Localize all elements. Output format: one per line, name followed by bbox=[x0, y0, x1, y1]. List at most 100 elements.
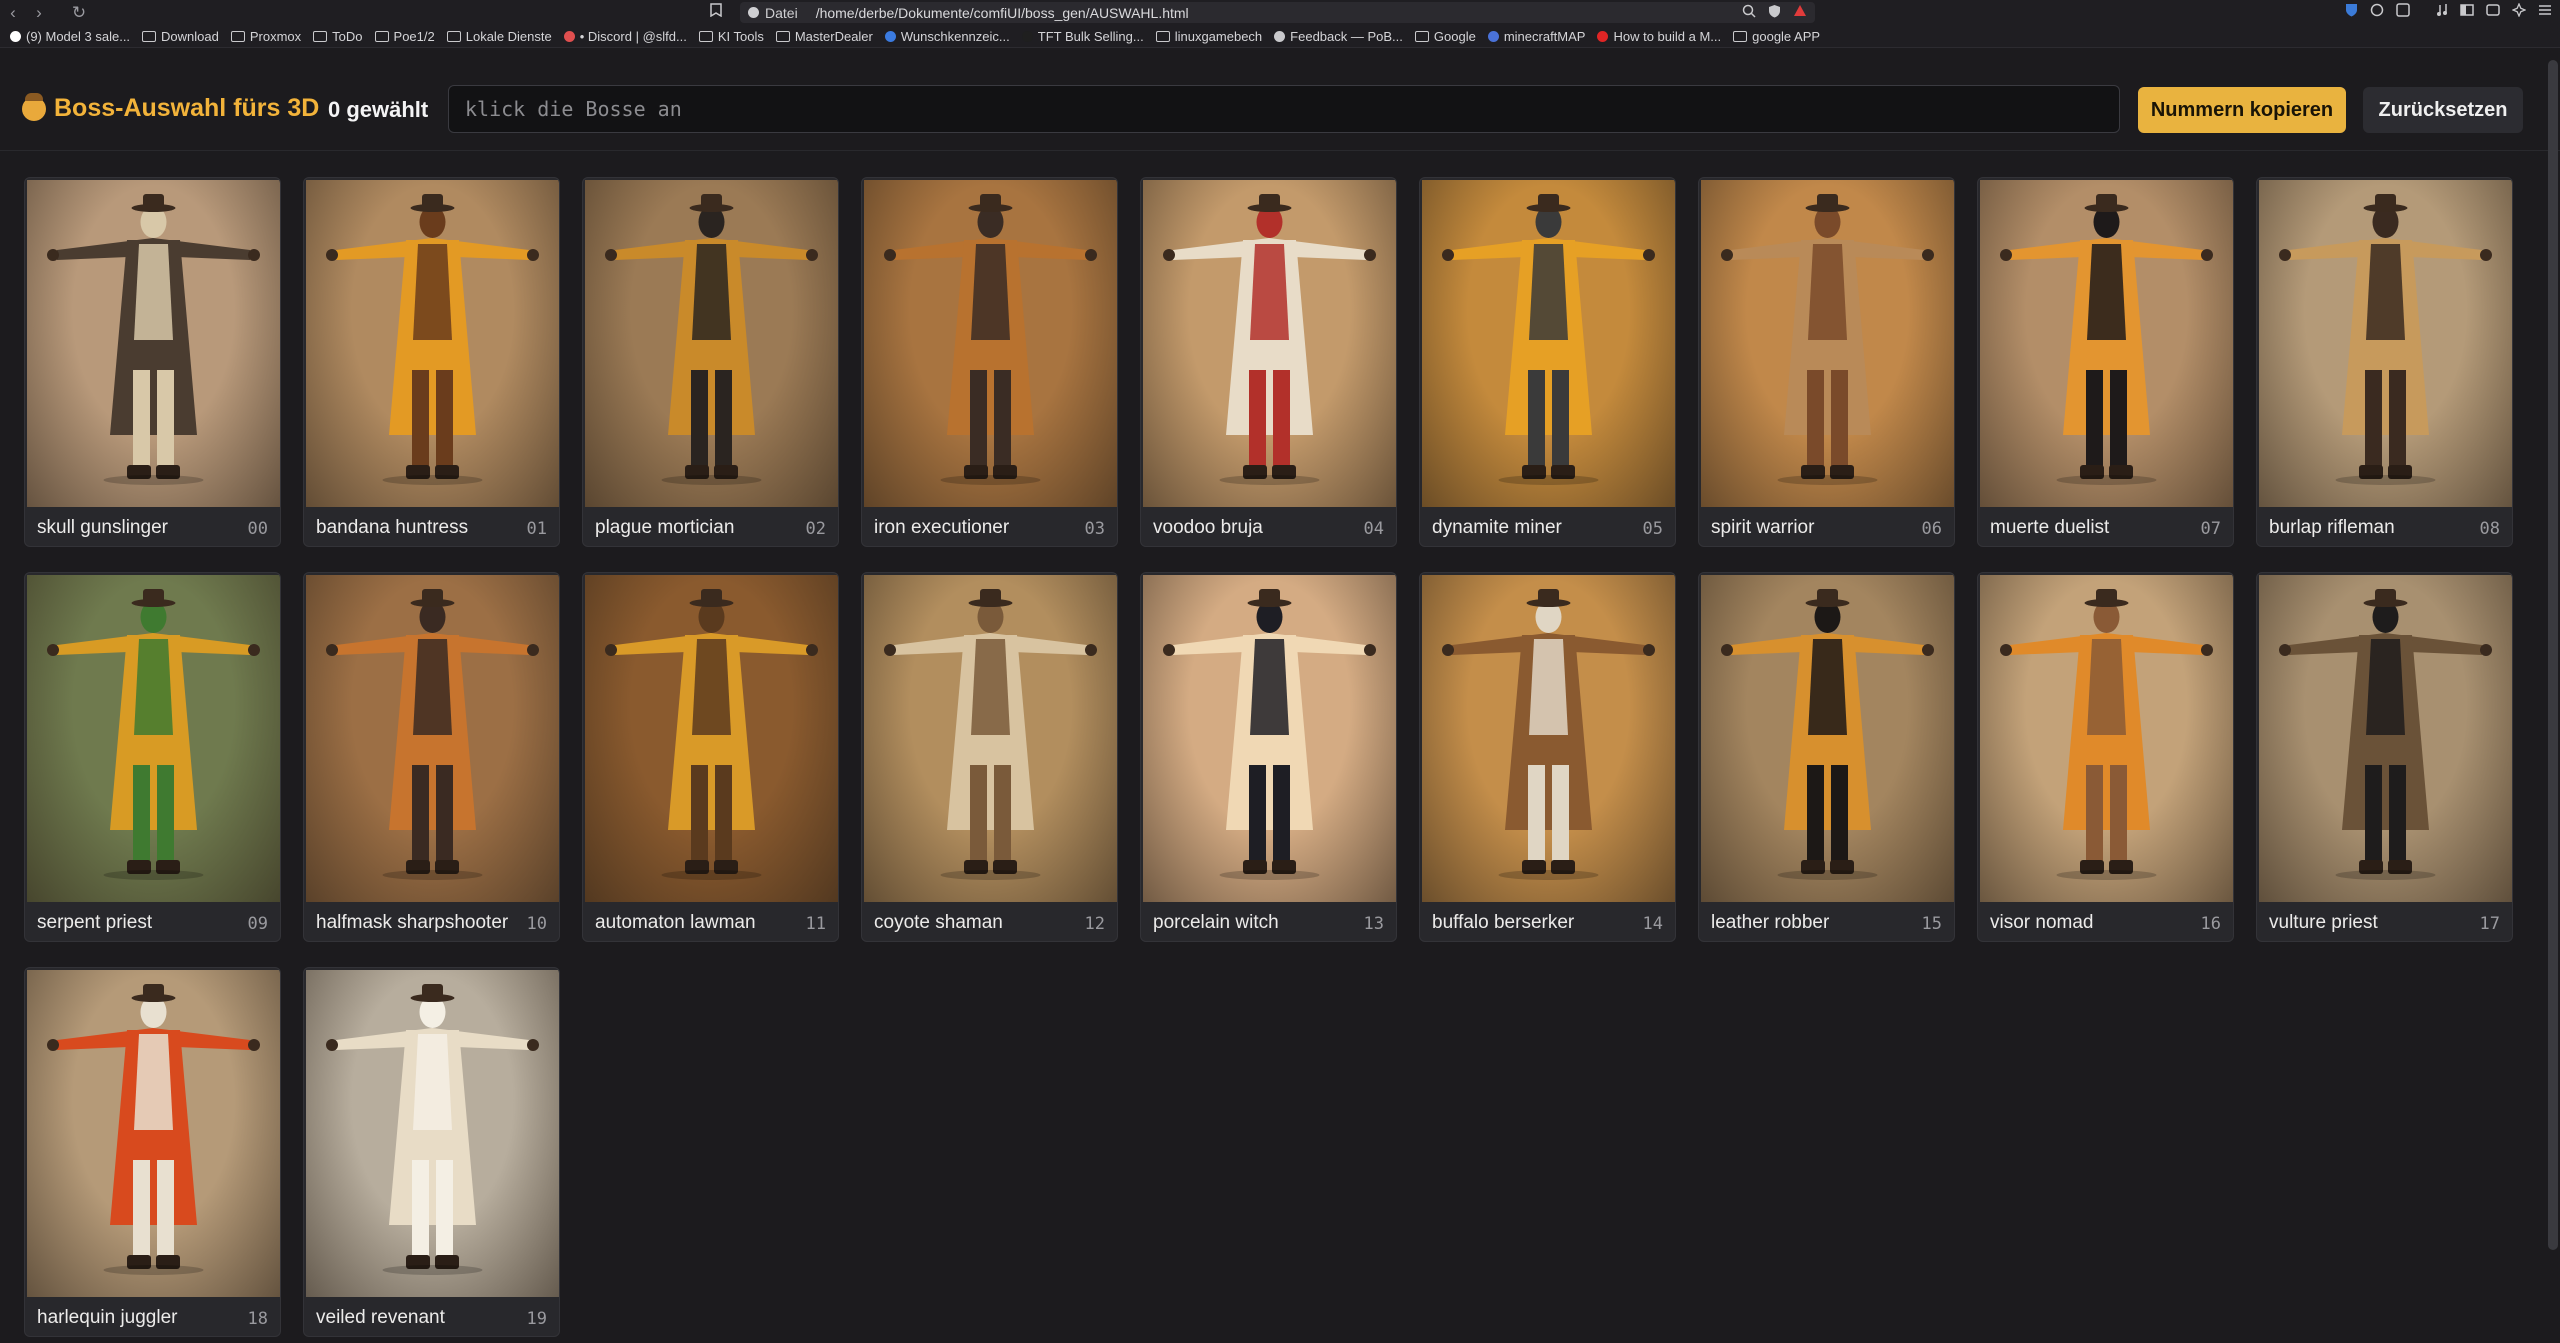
boss-number: 19 bbox=[526, 1309, 547, 1329]
boss-card[interactable]: coyote shaman 12 bbox=[861, 572, 1118, 942]
bookmark-item[interactable]: minecraftMAP bbox=[1487, 29, 1585, 44]
discord-icon bbox=[563, 30, 575, 42]
boss-card[interactable]: halfmask sharpshooter 10 bbox=[303, 572, 560, 942]
boss-card[interactable]: plague mortician 02 bbox=[582, 177, 839, 547]
boss-card[interactable]: voodoo bruja 04 bbox=[1140, 177, 1397, 547]
copy-numbers-button[interactable]: Nummern kopieren bbox=[2138, 87, 2346, 133]
bookmark-item[interactable]: MasterDealer bbox=[775, 29, 873, 44]
boss-image[interactable] bbox=[27, 970, 280, 1297]
boss-number: 04 bbox=[1363, 519, 1384, 539]
boss-image[interactable] bbox=[27, 180, 280, 507]
boss-image[interactable] bbox=[1143, 180, 1396, 507]
boss-image[interactable] bbox=[1143, 575, 1396, 902]
bookmark-item[interactable]: Wunschkennzeic... bbox=[884, 29, 1010, 44]
bookmark-item[interactable]: Lokale Dienste bbox=[446, 28, 552, 44]
bookmark-item[interactable]: Download bbox=[142, 29, 219, 44]
extensions-icon[interactable] bbox=[2370, 3, 2384, 20]
boss-number: 01 bbox=[526, 519, 547, 539]
boss-card[interactable]: leather robber 15 bbox=[1698, 572, 1955, 942]
boss-image[interactable] bbox=[306, 970, 559, 1297]
boss-number: 03 bbox=[1084, 519, 1105, 539]
boss-image[interactable] bbox=[864, 180, 1117, 507]
boss-figure bbox=[1163, 194, 1376, 485]
boss-figure bbox=[2279, 194, 2492, 485]
bookmark-label: Lokale Dienste bbox=[465, 28, 552, 44]
boss-image[interactable] bbox=[2259, 180, 2512, 507]
bookmark-item[interactable]: linuxgamebech bbox=[1155, 29, 1262, 44]
bitwarden-icon[interactable] bbox=[2345, 3, 2358, 20]
selected-count: 0 gewählt bbox=[328, 97, 429, 122]
bookmark-item[interactable]: Poe1/2 bbox=[374, 29, 435, 44]
media-icon[interactable] bbox=[2436, 3, 2448, 20]
boss-card[interactable]: bandana huntress 01 bbox=[303, 177, 560, 547]
boss-figure bbox=[1721, 589, 1934, 880]
boss-image[interactable] bbox=[585, 180, 838, 507]
boss-image[interactable] bbox=[306, 575, 559, 902]
boss-card[interactable]: skull gunslinger 00 bbox=[24, 177, 281, 547]
boss-card[interactable]: vulture priest 17 bbox=[2256, 572, 2513, 942]
site-icon bbox=[884, 30, 896, 42]
bookmark-item[interactable]: Google bbox=[1414, 29, 1476, 44]
boss-name: leather robber bbox=[1711, 912, 1830, 933]
boss-card[interactable]: muerte duelist 07 bbox=[1977, 177, 2234, 547]
boss-card[interactable]: spirit warrior 06 bbox=[1698, 177, 1955, 547]
boss-card[interactable]: veiled revenant 19 bbox=[303, 967, 560, 1337]
bookmark-item[interactable]: (9) Model 3 sale... bbox=[10, 29, 130, 44]
back-icon[interactable]: ‹ bbox=[0, 0, 26, 25]
bookmark-item[interactable]: ToDo bbox=[313, 29, 363, 44]
boss-card[interactable]: harlequin juggler 18 bbox=[24, 967, 281, 1337]
boss-card[interactable]: porcelain witch 13 bbox=[1140, 572, 1397, 942]
boss-image[interactable] bbox=[1422, 575, 1675, 902]
boss-image[interactable] bbox=[1980, 180, 2233, 507]
bookmark-page-icon[interactable] bbox=[710, 3, 722, 21]
site-icon bbox=[1021, 30, 1033, 42]
rewards-icon[interactable] bbox=[1793, 4, 1807, 21]
boss-image[interactable] bbox=[1422, 180, 1675, 507]
folder-icon bbox=[313, 30, 328, 42]
boss-number: 06 bbox=[1921, 519, 1942, 539]
boss-card[interactable]: iron executioner 03 bbox=[861, 177, 1118, 547]
translate-icon[interactable] bbox=[2396, 3, 2410, 20]
folder-icon bbox=[446, 30, 461, 42]
bookmark-label: KI Tools bbox=[717, 28, 764, 44]
boss-number: 18 bbox=[247, 1309, 268, 1329]
boss-image[interactable] bbox=[27, 575, 280, 902]
boss-card[interactable]: burlap rifleman 08 bbox=[2256, 177, 2513, 547]
boss-name: iron executioner bbox=[874, 517, 1010, 538]
bookmark-item[interactable]: How to build a M... bbox=[1597, 29, 1721, 44]
bookmark-item[interactable]: TFT Bulk Selling... bbox=[1021, 29, 1144, 44]
shield-icon[interactable] bbox=[1768, 4, 1781, 21]
leo-ai-icon[interactable] bbox=[2511, 2, 2527, 20]
boss-figure bbox=[2000, 589, 2213, 880]
boss-card[interactable]: visor nomad 16 bbox=[1977, 572, 2234, 942]
forward-icon[interactable]: › bbox=[26, 0, 52, 25]
info-icon bbox=[748, 7, 759, 18]
reset-button[interactable]: Zurücksetzen bbox=[2363, 87, 2523, 133]
boss-image[interactable] bbox=[1980, 575, 2233, 902]
menu-icon[interactable] bbox=[2538, 3, 2552, 20]
boss-image[interactable] bbox=[585, 575, 838, 902]
wallet-icon[interactable] bbox=[2486, 3, 2500, 20]
boss-card[interactable]: automaton lawman 11 bbox=[582, 572, 839, 942]
zoom-icon[interactable] bbox=[1742, 4, 1756, 21]
boss-card[interactable]: serpent priest 09 bbox=[24, 572, 281, 942]
selection-input[interactable] bbox=[448, 85, 2120, 133]
page-scrollbar[interactable] bbox=[2548, 60, 2558, 1250]
boss-image[interactable] bbox=[306, 180, 559, 507]
bookmark-item[interactable]: KI Tools bbox=[698, 28, 764, 44]
boss-image[interactable] bbox=[2259, 575, 2512, 902]
address-bar[interactable]: Datei /home/derbe/Dokumente/comfiUI/boss… bbox=[740, 2, 1815, 23]
boss-card[interactable]: buffalo berserker 14 bbox=[1419, 572, 1676, 942]
bookmark-item[interactable]: • Discord | @slfd... bbox=[563, 29, 687, 44]
boss-image[interactable] bbox=[1701, 180, 1954, 507]
bookmark-item[interactable]: Proxmox bbox=[230, 29, 301, 44]
boss-image[interactable] bbox=[1701, 575, 1954, 902]
bookmark-item[interactable]: Feedback — PoB... bbox=[1274, 29, 1403, 44]
bookmark-item[interactable]: google APP bbox=[1733, 29, 1820, 44]
header-divider bbox=[0, 150, 2560, 151]
boss-image[interactable] bbox=[864, 575, 1117, 902]
boss-card[interactable]: dynamite miner 05 bbox=[1419, 177, 1676, 547]
sidebar-icon[interactable] bbox=[2460, 3, 2474, 20]
reload-icon[interactable]: ↻ bbox=[66, 0, 92, 25]
boss-name: halfmask sharpshooter bbox=[316, 912, 509, 933]
